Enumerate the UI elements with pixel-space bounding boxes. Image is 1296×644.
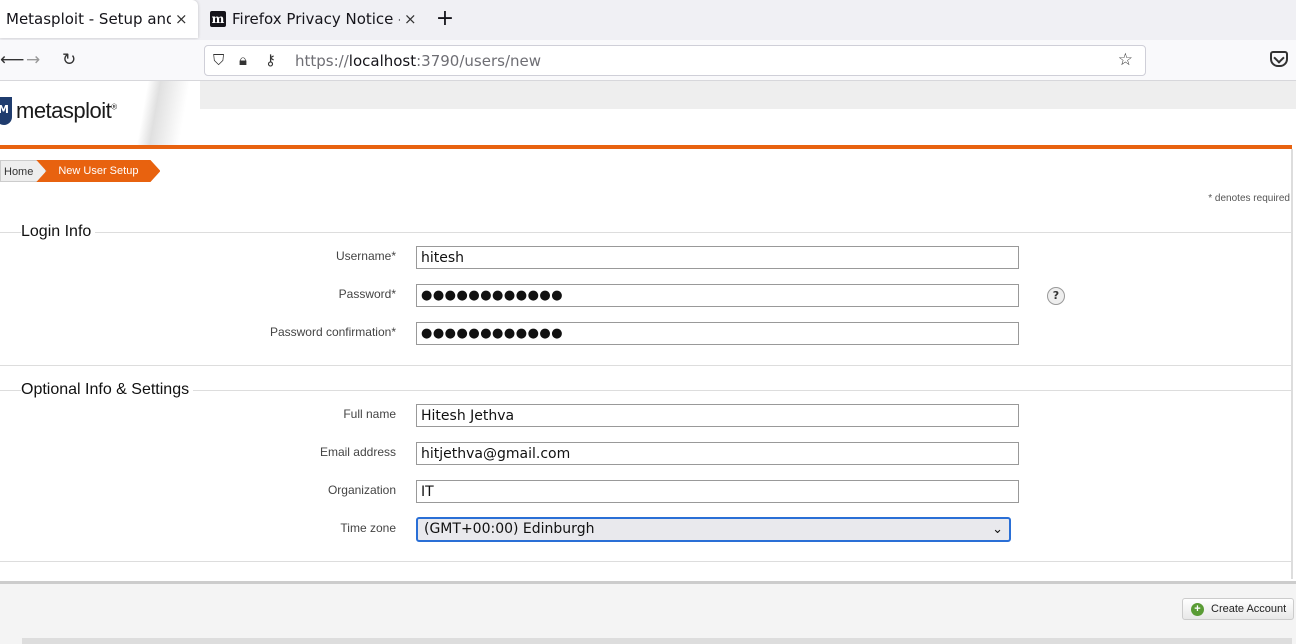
full-name-field[interactable]: Hitesh Jethva — [416, 404, 1019, 427]
forward-icon[interactable]: → — [26, 50, 40, 70]
help-icon[interactable]: ? — [1047, 287, 1065, 305]
tab-firefox-privacy[interactable]: m Firefox Privacy Notice — × — [206, 0, 422, 38]
section-title-optional: Optional Info & Settings — [21, 381, 194, 399]
tab-title: Metasploit - Setup and — [6, 10, 171, 28]
form-footer — [0, 584, 1296, 644]
breadcrumb: Home New User Setup — [0, 160, 160, 182]
key-icon[interactable]: ⚷ — [265, 51, 276, 69]
metasploit-logo[interactable]: metasploit® — [0, 97, 117, 125]
username-label: Username* — [335, 249, 396, 263]
tab-bar: Metasploit - Setup and × m Firefox Priva… — [0, 0, 1296, 40]
header-divider — [0, 145, 1292, 149]
required-note: * denotes required — [1208, 193, 1290, 204]
shield-icon[interactable]: ⛉ — [213, 51, 224, 69]
create-account-label: Create Account — [1211, 603, 1287, 615]
page-header — [0, 81, 1296, 146]
create-account-button[interactable]: + Create Account — [1182, 598, 1294, 620]
new-tab-button[interactable]: + — [434, 6, 456, 31]
section-title-login: Login Info — [21, 223, 96, 241]
star-icon[interactable]: ☆ — [1118, 50, 1133, 70]
address-bar[interactable]: ⛉ 🔒︎ ⚷ https://localhost:3790/users/new … — [204, 45, 1146, 76]
mozilla-icon: m — [210, 11, 226, 27]
full-name-label: Full name — [343, 407, 396, 421]
username-field[interactable]: hitesh — [416, 246, 1019, 269]
breadcrumb-current: New User Setup — [36, 160, 160, 182]
password-confirmation-field[interactable]: ●●●●●●●●●●●● — [416, 322, 1019, 345]
tab-title: Firefox Privacy Notice — — [232, 10, 400, 28]
password-confirmation-label: Password confirmation* — [269, 325, 396, 339]
password-field[interactable]: ●●●●●●●●●●●● — [416, 284, 1019, 307]
logo-icon — [0, 97, 12, 125]
email-label: Email address — [319, 445, 396, 459]
plus-icon: + — [1191, 602, 1204, 616]
email-field[interactable]: hitjethva@gmail.com — [416, 442, 1019, 465]
back-icon[interactable]: ⟵ — [0, 50, 24, 70]
organization-label: Organization — [327, 483, 396, 497]
chevron-down-icon: ⌄ — [992, 522, 1003, 537]
close-icon[interactable]: × — [404, 10, 417, 28]
close-icon[interactable]: × — [175, 10, 188, 28]
reload-icon[interactable]: ↻ — [62, 50, 76, 70]
time-zone-select[interactable]: (GMT+00:00) Edinburgh ⌄ — [416, 517, 1011, 542]
password-label: Password* — [338, 287, 396, 301]
lock-icon[interactable]: 🔒︎ — [239, 51, 247, 69]
time-zone-value: (GMT+00:00) Edinburgh — [424, 521, 595, 537]
organization-field[interactable]: IT — [416, 480, 1019, 503]
pocket-icon[interactable] — [1270, 51, 1288, 67]
url-text[interactable]: https://localhost:3790/users/new — [295, 52, 541, 70]
tab-metasploit[interactable]: Metasploit - Setup and × — [0, 0, 198, 38]
time-zone-label: Time zone — [340, 521, 396, 535]
